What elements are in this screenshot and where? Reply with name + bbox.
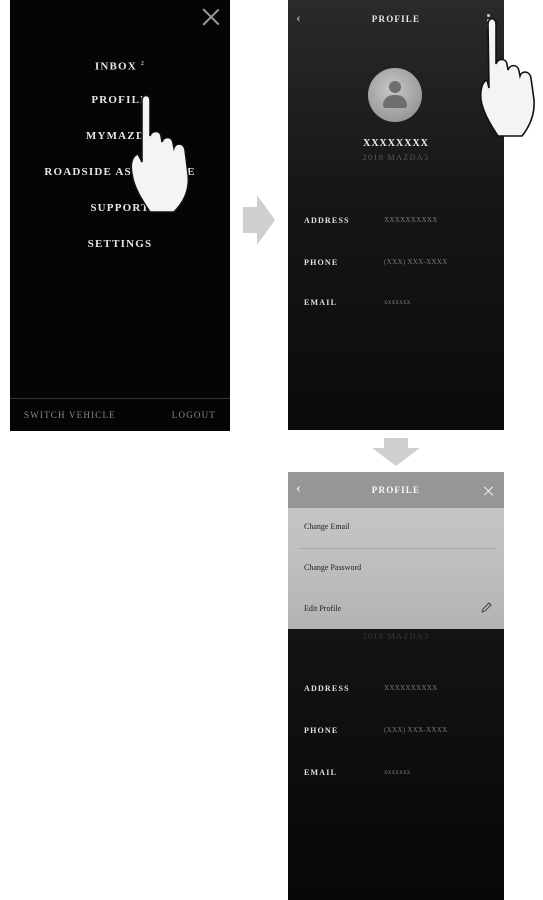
menu-footer: SWITCH VEHICLE LOGOUT <box>10 398 230 431</box>
field-value: xxxxxxx <box>384 768 411 776</box>
field-value: xxxxxxx <box>384 298 411 306</box>
field-label: EMAIL <box>304 768 338 777</box>
pencil-icon <box>481 602 492 613</box>
tap-hand-icon <box>479 17 535 137</box>
profile-options-screen: ‹ PROFILE Change Email Change Password E… <box>288 472 504 900</box>
field-label: ADDRESS <box>304 216 350 225</box>
profile-screen: ‹ PROFILE XXXXXXXX 2018 MAZDA3 ADDRESS X… <box>288 0 504 430</box>
menu-item-inbox[interactable]: INBOX 2 <box>10 56 230 92</box>
field-phone: PHONE (XXX) XXX-XXXX <box>304 726 494 740</box>
field-address: ADDRESS XXXXXXXXXX <box>304 216 494 230</box>
menu-item-label: Change Password <box>304 563 362 572</box>
menu-item-label: INBOX <box>94 60 137 73</box>
arrow-down-icon <box>372 438 420 466</box>
menu-item-label: Change Email <box>304 522 350 531</box>
field-address: ADDRESS XXXXXXXXXX <box>304 684 494 698</box>
switch-vehicle-button[interactable]: SWITCH VEHICLE <box>24 410 116 420</box>
logout-button[interactable]: LOGOUT <box>172 410 216 420</box>
field-label: PHONE <box>304 258 339 267</box>
inbox-badge: 2 <box>140 61 146 67</box>
field-value: (XXX) XXX-XXXX <box>384 258 448 266</box>
field-label: PHONE <box>304 726 339 735</box>
edit-profile-item[interactable]: Edit Profile <box>288 590 504 630</box>
arrow-right-icon <box>243 195 275 245</box>
field-email: EMAIL xxxxxxx <box>304 768 494 782</box>
field-value: XXXXXXXXXX <box>384 684 438 692</box>
menu-item-settings[interactable]: SETTINGS <box>10 236 230 272</box>
back-chevron-icon[interactable]: ‹ <box>296 12 302 26</box>
change-email-item[interactable]: Change Email <box>288 508 504 548</box>
avatar-icon <box>368 68 422 122</box>
profile-name: XXXXXXXX <box>363 138 429 149</box>
options-header: ‹ PROFILE <box>288 472 504 508</box>
field-value: XXXXXXXXXX <box>384 216 438 224</box>
profile-header: ‹ PROFILE <box>288 0 504 38</box>
tap-hand-icon <box>130 94 190 213</box>
field-label: ADDRESS <box>304 684 350 693</box>
close-icon[interactable] <box>484 486 494 496</box>
profile-vehicle: 2018 MAZDA3 <box>362 632 430 641</box>
change-password-item[interactable]: Change Password <box>288 549 504 589</box>
options-dropdown: ‹ PROFILE Change Email Change Password E… <box>288 472 504 629</box>
field-value: (XXX) XXX-XXXX <box>384 726 448 734</box>
field-phone: PHONE (XXX) XXX-XXXX <box>304 258 494 272</box>
field-email: EMAIL xxxxxxx <box>304 298 494 312</box>
close-icon[interactable] <box>202 8 220 26</box>
page-title: PROFILE <box>371 485 421 495</box>
menu-screen: INBOX 2 PROFILE MYMAZDA ROADSIDE ASSISTA… <box>10 0 230 431</box>
back-chevron-icon[interactable]: ‹ <box>296 482 302 496</box>
field-label: EMAIL <box>304 298 338 307</box>
menu-item-label: Edit Profile <box>304 604 342 613</box>
menu-item-label: SETTINGS <box>87 238 153 250</box>
page-title: PROFILE <box>371 14 421 24</box>
profile-vehicle: 2018 MAZDA3 <box>362 153 430 162</box>
